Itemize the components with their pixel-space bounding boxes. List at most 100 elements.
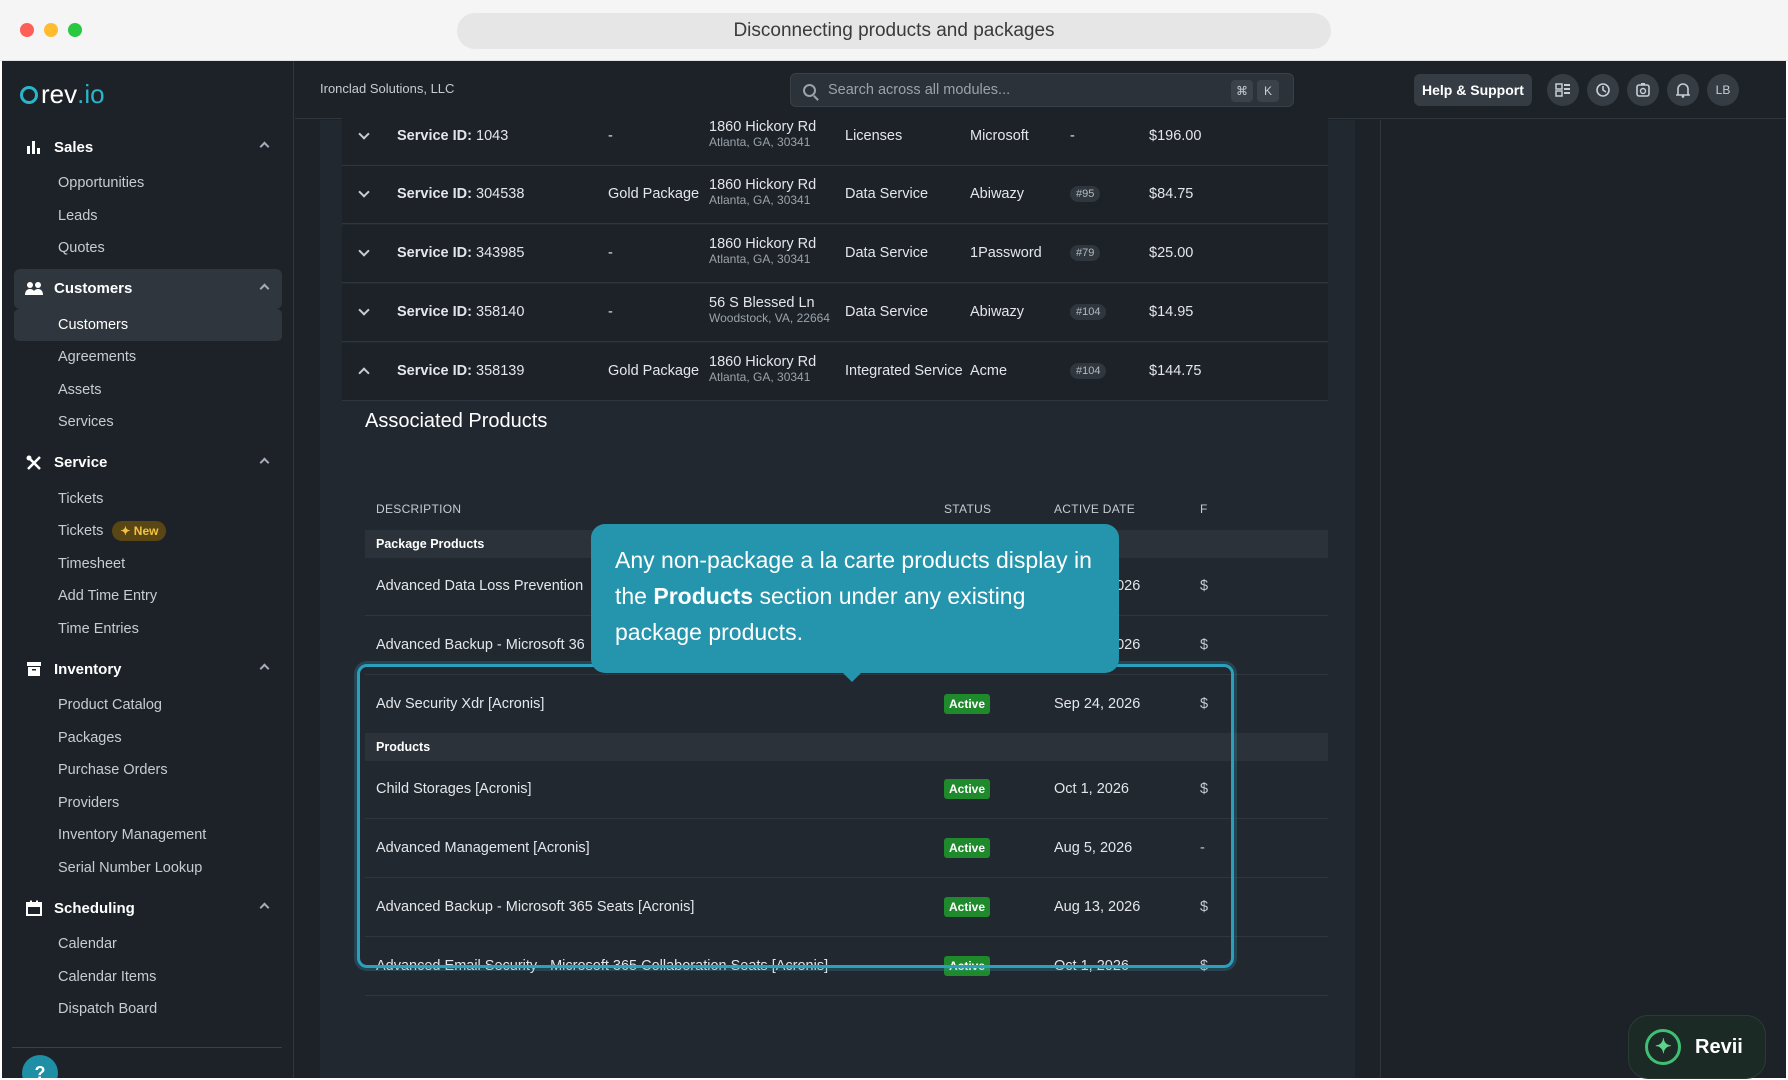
maximize-window-button[interactable] (68, 23, 82, 37)
chevron-up-icon[interactable] (259, 141, 270, 152)
sidebar-item-time-entries[interactable]: Time Entries (14, 613, 282, 646)
column-header-truncated[interactable]: F (1200, 502, 1208, 516)
service-package: Gold Package (608, 363, 700, 379)
sidebar-item-serial-number-lookup[interactable]: Serial Number Lookup (14, 852, 282, 885)
service-row[interactable]: Service ID: 343985 - 1860 Hickory Rd Atla… (342, 225, 1328, 283)
chevron-up-icon[interactable] (259, 663, 270, 674)
table-row[interactable]: Advanced Email Security - Microsoft 365 … (365, 938, 1328, 996)
timer-icon[interactable] (1627, 74, 1659, 106)
global-search-input[interactable]: Search across all modules... ⌘ K (790, 73, 1294, 107)
help-button[interactable]: ? (22, 1055, 58, 1078)
product-truncated-value: $ (1200, 958, 1209, 974)
chevron-down-icon[interactable] (358, 304, 370, 316)
revii-assistant-button[interactable]: Revii (1628, 1015, 1766, 1079)
product-active-date: Aug 5, 2026 (1054, 840, 1133, 856)
revii-label: Revii (1695, 1035, 1743, 1058)
service-tag: - (1070, 128, 1075, 144)
sidebar-item-tickets[interactable]: Tickets (14, 483, 282, 516)
sidebar-section-scheduling[interactable]: Scheduling (14, 888, 282, 928)
close-window-button[interactable] (20, 23, 34, 37)
service-id-value: 1043 (476, 128, 509, 144)
logo-mark-icon (20, 85, 38, 104)
chevron-up-icon[interactable] (259, 902, 270, 913)
address-line-2: Atlanta, GA, 30341 (709, 193, 811, 207)
sidebar-item-services[interactable]: Services (14, 406, 282, 439)
address-line-1: 1860 Hickory Rd (709, 236, 817, 252)
chevron-down-icon[interactable] (358, 245, 370, 257)
logo-text: rev (41, 79, 78, 109)
organization-name: Ironclad Solutions, LLC (320, 81, 455, 96)
sidebar-section-customers[interactable]: Customers (14, 268, 282, 309)
address-line-1: 1860 Hickory Rd (709, 354, 817, 370)
sidebar-section-service[interactable]: Service (14, 443, 282, 483)
chevron-down-icon[interactable] (358, 128, 370, 140)
service-tag: #79 (1070, 245, 1101, 261)
service-package: Gold Package (608, 186, 700, 202)
sidebar-item-purchase-orders[interactable]: Purchase Orders (14, 754, 282, 787)
table-row[interactable]: Advanced Management [Acronis] Active Aug… (365, 820, 1328, 878)
calendar-icon (24, 898, 44, 918)
sidebar-item-tickets-new[interactable]: Tickets ✦ New (14, 515, 282, 548)
service-row-expanded[interactable]: Service ID: 358139 Gold Package 1860 Hic… (342, 343, 1328, 401)
service-id-label: Service ID: (397, 363, 472, 379)
sidebar-item-calendar[interactable]: Calendar (14, 928, 282, 961)
column-header-status[interactable]: STATUS (944, 502, 991, 516)
service-amount: $144.75 (1149, 363, 1202, 379)
sidebar-item-quotes[interactable]: Quotes (14, 232, 282, 265)
sidebar-item-product-catalog[interactable]: Product Catalog (14, 689, 282, 722)
sidebar-section-inventory[interactable]: Inventory (14, 649, 282, 689)
table-row[interactable]: Adv Security Xdr [Acronis] Active Sep 24… (365, 676, 1328, 734)
sidebar: rev .io Sales Opportunities Leads Quotes … (2, 61, 294, 1078)
dashboard-icon[interactable] (1547, 74, 1579, 106)
history-icon[interactable] (1587, 74, 1619, 106)
sidebar-item-inventory-management[interactable]: Inventory Management (14, 819, 282, 852)
service-address: 1860 Hickory Rd Atlanta, GA, 30341 (709, 178, 816, 208)
cmd-key-hint: ⌘ (1231, 80, 1253, 102)
sidebar-section-label: Customers (54, 280, 133, 297)
sidebar-item-leads[interactable]: Leads (14, 200, 282, 233)
sidebar-item-calendar-items[interactable]: Calendar Items (14, 961, 282, 994)
status-badge: Active (944, 779, 991, 799)
people-icon (24, 279, 44, 299)
chevron-up-icon[interactable] (259, 457, 270, 467)
column-header-description[interactable]: DESCRIPTION (376, 502, 461, 516)
sidebar-item-opportunities[interactable]: Opportunities (14, 167, 282, 200)
search-placeholder: Search across all modules... (828, 82, 1011, 98)
product-truncated-value: - (1200, 840, 1205, 856)
sidebar-item-agreements[interactable]: Agreements (14, 341, 282, 374)
k-key-hint: K (1257, 80, 1279, 102)
service-address: 1860 Hickory Rd Atlanta, GA, 30341 (709, 120, 816, 150)
column-header-active-date[interactable]: ACTIVE DATE (1054, 502, 1135, 516)
new-badge: ✦ New (112, 521, 167, 542)
sidebar-item-assets[interactable]: Assets (14, 374, 282, 407)
product-truncated-value: $ (1200, 899, 1209, 915)
service-provider: Acme (970, 363, 1008, 379)
logo[interactable]: rev .io (20, 79, 105, 110)
table-row[interactable]: Child Storages [Acronis] Active Oct 1, 2… (365, 761, 1328, 819)
sidebar-item-dispatch-board[interactable]: Dispatch Board (14, 993, 282, 1026)
chevron-down-icon[interactable] (358, 186, 370, 198)
chevron-up-icon[interactable] (259, 283, 270, 293)
sidebar-item-customers[interactable]: Customers (14, 308, 282, 341)
sidebar-item-timesheet[interactable]: Timesheet (14, 548, 282, 581)
help-support-button[interactable]: Help & Support (1414, 74, 1532, 106)
service-id-label: Service ID: (397, 186, 472, 202)
product-active-date: Aug 13, 2026 (1054, 899, 1141, 915)
table-row[interactable]: Advanced Backup - Microsoft 365 Seats [A… (365, 879, 1328, 937)
service-row[interactable]: Service ID: 1043 - 1860 Hickory Rd Atlant… (342, 108, 1328, 166)
sidebar-item-add-time-entry[interactable]: Add Time Entry (14, 580, 282, 613)
product-active-date: Oct 1, 2026 (1054, 781, 1129, 797)
service-row[interactable]: Service ID: 304538 Gold Package 1860 Hic… (342, 166, 1328, 224)
service-row[interactable]: Service ID: 358140 - 56 S Blessed Ln Wood… (342, 284, 1328, 342)
sidebar-item-packages[interactable]: Packages (14, 722, 282, 755)
product-description: Advanced Data Loss Prevention (376, 578, 584, 594)
minimize-window-button[interactable] (44, 23, 58, 37)
bell-icon[interactable] (1667, 74, 1699, 106)
chevron-up-icon[interactable] (358, 367, 370, 379)
sidebar-section-sales[interactable]: Sales (14, 127, 282, 167)
address-line-2: Atlanta, GA, 30341 (709, 370, 811, 384)
address-bar[interactable]: Disconnecting products and packages (457, 13, 1331, 49)
user-avatar[interactable]: LB (1707, 74, 1739, 106)
sidebar-item-providers[interactable]: Providers (14, 787, 282, 820)
service-tag: #95 (1070, 186, 1101, 202)
